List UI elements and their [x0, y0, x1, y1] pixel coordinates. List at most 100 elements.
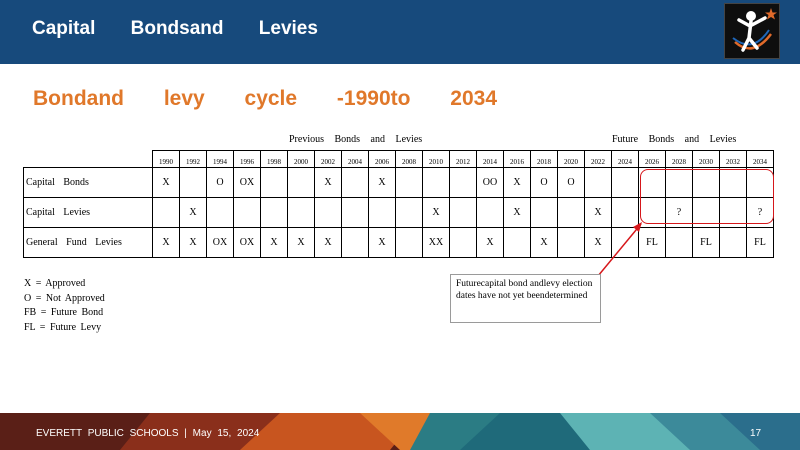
year-header: 2024 [611, 150, 639, 168]
year-header: 2002 [314, 150, 342, 168]
logo [724, 3, 780, 59]
table-cell: X [368, 167, 396, 198]
table-cell [503, 227, 531, 258]
year-header: 1994 [206, 150, 234, 168]
table-cell: X [179, 197, 207, 228]
table-cell: X [503, 167, 531, 198]
table-cell [233, 197, 261, 228]
table-cell [341, 197, 369, 228]
table-cell [287, 167, 315, 198]
year-header: 2030 [692, 150, 720, 168]
table-cell: X [287, 227, 315, 258]
table-cell [260, 197, 288, 228]
legend-item: X = Approved [24, 278, 86, 289]
table-cell: OX [233, 167, 261, 198]
year-header: 2018 [530, 150, 558, 168]
table-cell [422, 167, 450, 198]
table-cell [611, 227, 639, 258]
year-header: 1992 [179, 150, 207, 168]
table-corner [23, 150, 153, 168]
table-cell: X [530, 227, 558, 258]
page-number: 17 [750, 428, 762, 439]
table-cell [449, 227, 477, 258]
header-bar: Capital Bondsand Levies [0, 0, 800, 64]
table-cell [665, 227, 693, 258]
year-header: 2034 [746, 150, 774, 168]
table-cell: FL [746, 227, 774, 258]
footer-text: EVERETT PUBLIC SCHOOLS | May 15, 2024 [36, 428, 260, 439]
table-cell: XX [422, 227, 450, 258]
header-title: Capital Bondsand Levies [32, 18, 318, 39]
legend-item: O = Not Approved [24, 292, 105, 304]
table-cell [314, 197, 342, 228]
table-cell [179, 167, 207, 198]
year-header: 2010 [422, 150, 450, 168]
slide-subtitle: Bondand levy cycle -1990to 2034 [33, 87, 497, 110]
table-cell [449, 197, 477, 228]
table-cell: FL [692, 227, 720, 258]
year-header: 2028 [665, 150, 693, 168]
table-cell [557, 197, 585, 228]
table-cell: X [476, 227, 504, 258]
legend: X = Approved O = Not Approved FB = Future … [24, 277, 105, 335]
year-header: 2012 [449, 150, 477, 168]
table-cell: X [584, 227, 612, 258]
table-cell [395, 197, 423, 228]
table-cell [395, 227, 423, 258]
year-header: 2008 [395, 150, 423, 168]
note-box: Futurecapital bond andlevy election date… [450, 274, 601, 323]
table-cell: X [422, 197, 450, 228]
table-cell: X [152, 227, 180, 258]
previous-group-label: Previous Bonds and Levies [289, 134, 423, 145]
table-cell: X [152, 167, 180, 198]
table-cell [611, 197, 639, 228]
table-cell: X [314, 167, 342, 198]
table-cell [530, 197, 558, 228]
table-cell: X [260, 227, 288, 258]
table-cell: OX [233, 227, 261, 258]
table-row: General Fund Levies X X OX OX X X X X XX X X X FL FL FL [23, 227, 774, 258]
table-cell [152, 197, 180, 228]
year-header: 2026 [638, 150, 666, 168]
row-label: Capital Bonds [23, 167, 153, 198]
table-cell: O [557, 167, 585, 198]
footer-bar: EVERETT PUBLIC SCHOOLS | May 15, 2024 17 [0, 413, 800, 450]
table-cell: OX [206, 227, 234, 258]
table-cell [341, 167, 369, 198]
table-cell: X [503, 197, 531, 228]
table-cell: X [314, 227, 342, 258]
year-header-row: 1990 1992 1994 1996 1998 2000 2002 2004 2006 2008… [23, 150, 774, 168]
year-header: 2016 [503, 150, 531, 168]
table-cell [584, 167, 612, 198]
table-cell [260, 167, 288, 198]
table-cell [557, 227, 585, 258]
table-cell: X [368, 227, 396, 258]
table-cell [287, 197, 315, 228]
table-cell [611, 167, 639, 198]
future-highlight-box [640, 169, 774, 224]
table-cell: X [584, 197, 612, 228]
table-cell [395, 167, 423, 198]
year-header: 1990 [152, 150, 180, 168]
year-header: 2000 [287, 150, 315, 168]
table-cell [719, 227, 747, 258]
legend-item: FB = Future Bond [24, 307, 104, 318]
legend-item: FL = Future Levy [24, 321, 102, 333]
table-cell [476, 197, 504, 228]
table-cell: FL [638, 227, 666, 258]
table-cell: OO [476, 167, 504, 198]
table-cell: O [206, 167, 234, 198]
year-header: 2032 [719, 150, 747, 168]
year-header: 1998 [260, 150, 288, 168]
year-header: 1996 [233, 150, 261, 168]
table-cell: O [530, 167, 558, 198]
future-group-label: Future Bonds and Levies [612, 134, 737, 145]
table-cell [341, 227, 369, 258]
table-cell [368, 197, 396, 228]
year-header: 2004 [341, 150, 369, 168]
year-header: 2006 [368, 150, 396, 168]
row-label: Capital Levies [23, 197, 153, 228]
year-header: 2014 [476, 150, 504, 168]
year-header: 2022 [584, 150, 612, 168]
table-cell: X [179, 227, 207, 258]
